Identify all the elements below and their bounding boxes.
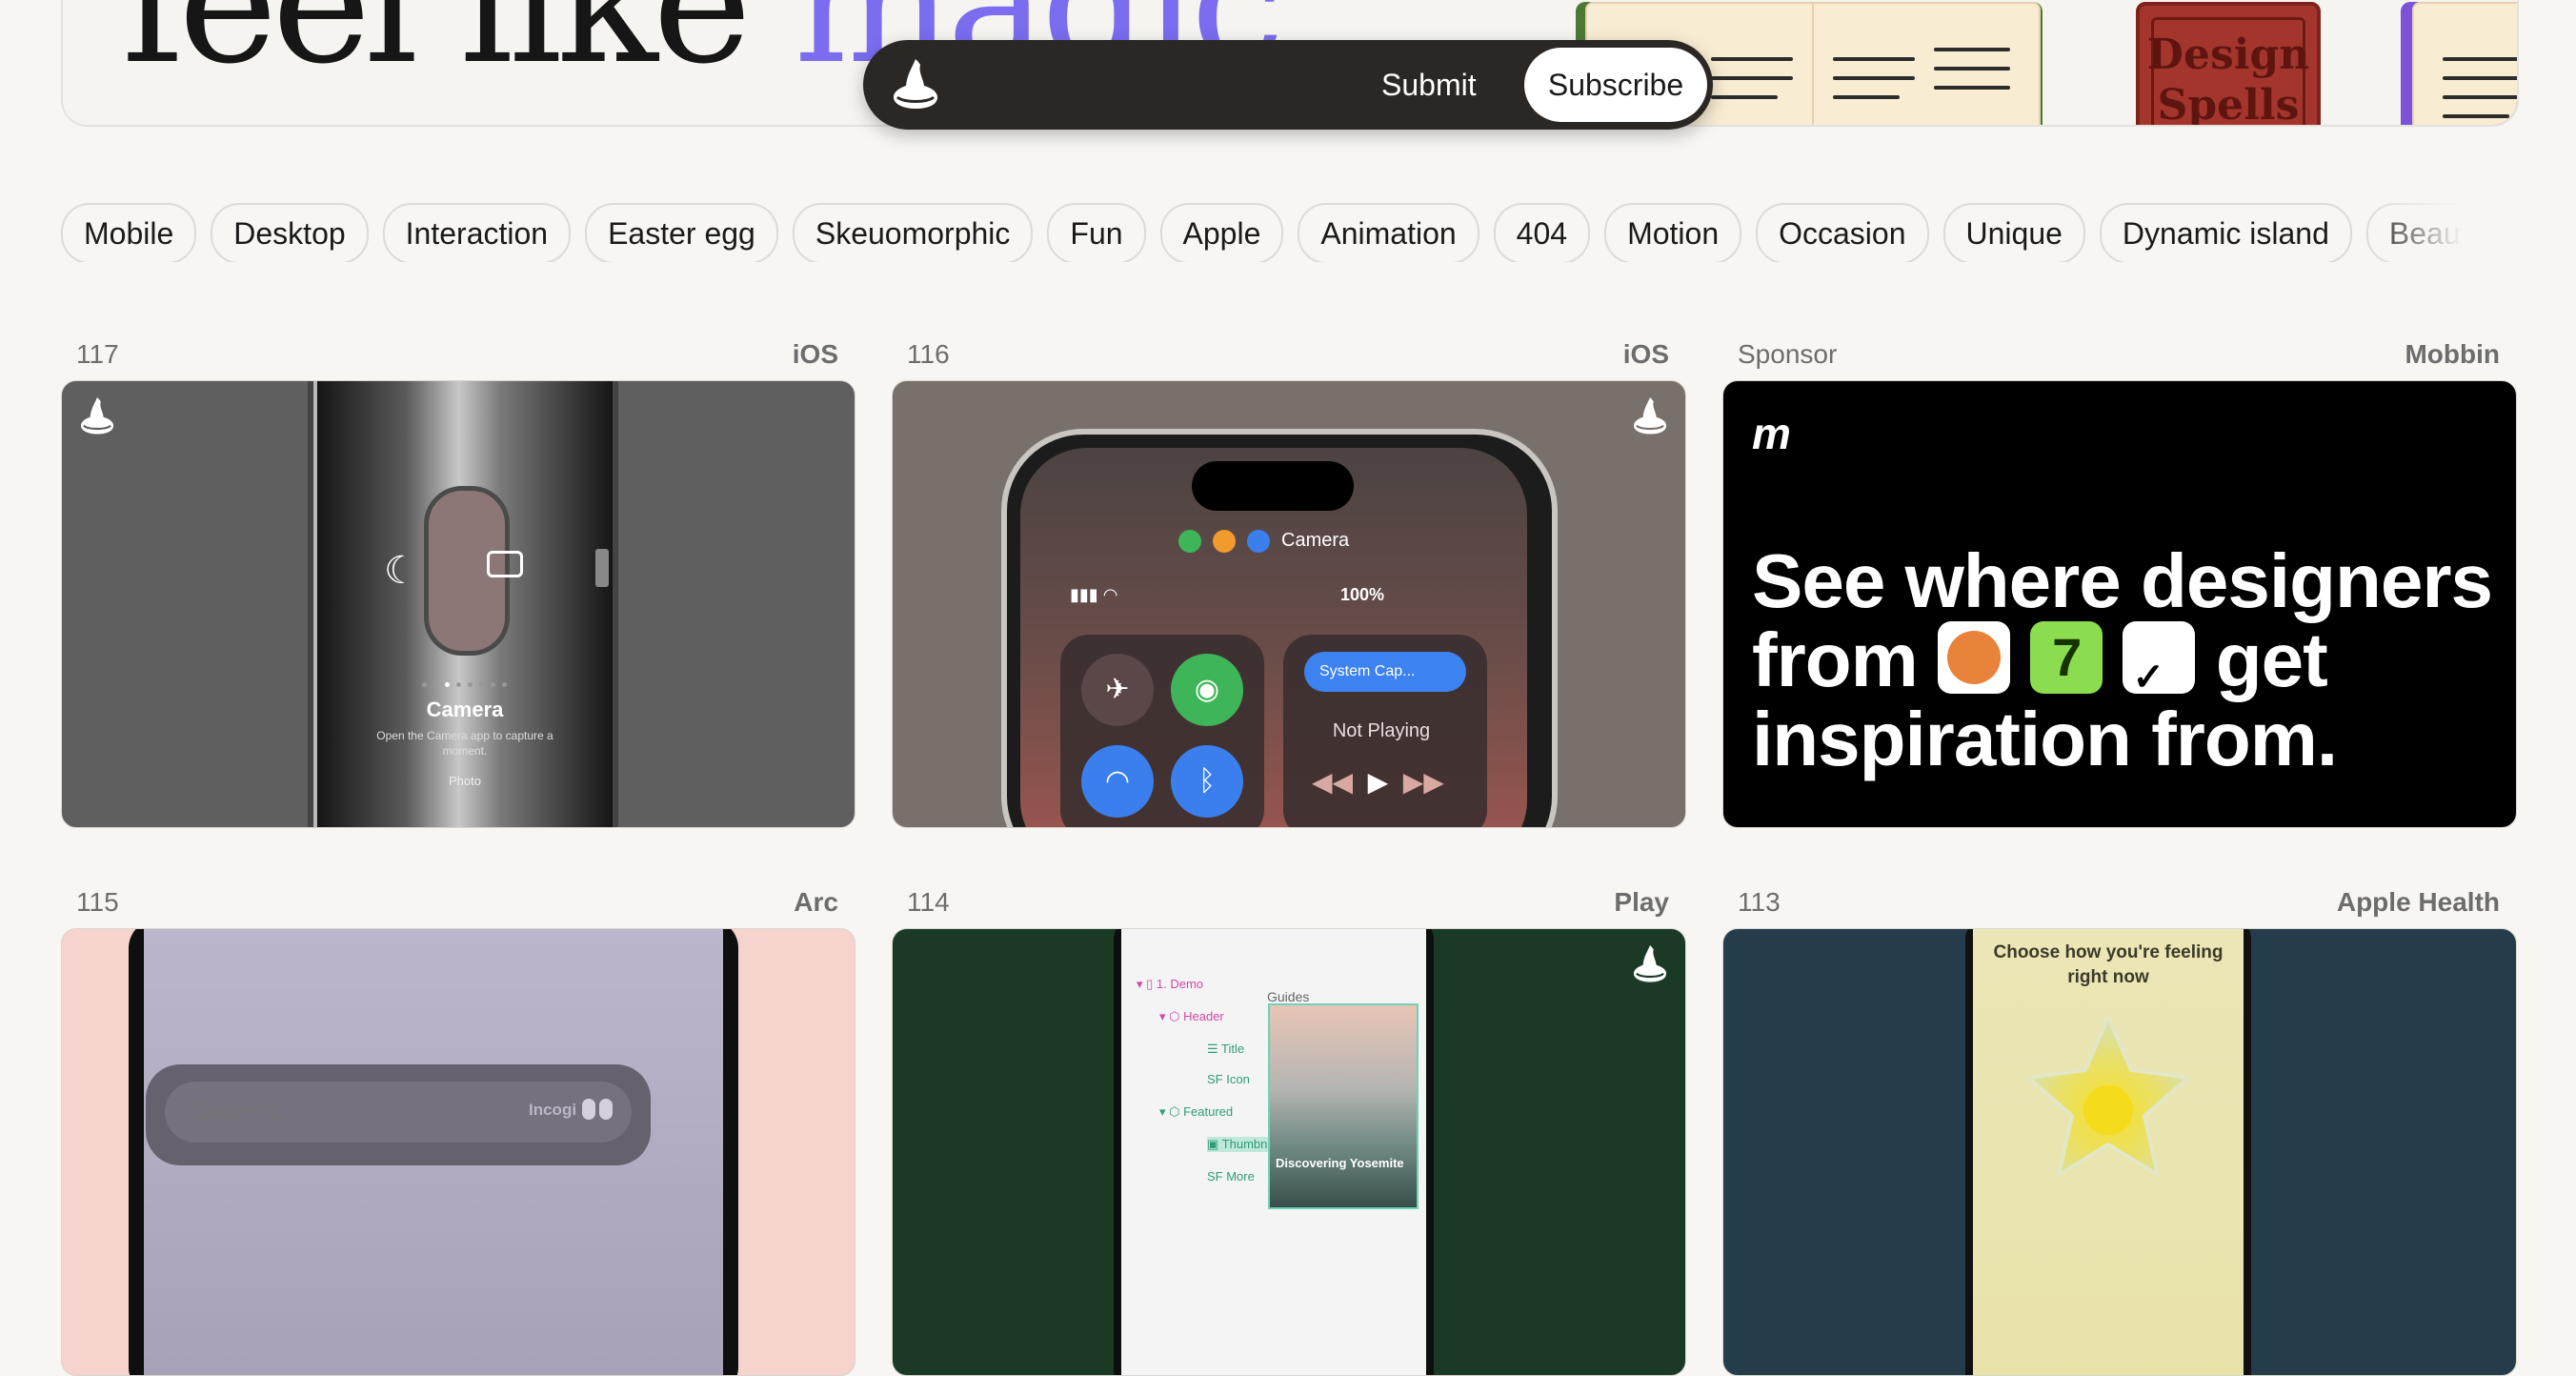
headline-line-2-end: get xyxy=(2215,617,2328,702)
purple-book-illustration xyxy=(2401,2,2517,125)
card-meta-sponsor: Sponsor Mobbin xyxy=(1722,339,2515,377)
card-114[interactable]: ▾ ▯ 1. Demo ▾ ⬡ Header ☰ Title SF Icon ▾… xyxy=(892,928,1686,1376)
headline-line-3: inspiration from. xyxy=(1752,697,2338,781)
thumbnail-preview xyxy=(1268,1003,1419,1209)
card-113[interactable]: Choose how you're feeling right now xyxy=(1722,928,2517,1376)
tag-chip[interactable]: Desktop xyxy=(211,203,369,262)
card-number: 113 xyxy=(1738,887,1781,917)
card-number: Sponsor xyxy=(1738,339,1838,369)
airplane-icon: ✈ xyxy=(1081,654,1154,726)
tag-chip[interactable]: 404 xyxy=(1493,203,1591,262)
playback-controls: ◀◀ ▶ ▶▶ xyxy=(1312,767,1444,797)
wifi-icon: ◠ xyxy=(1081,745,1154,818)
tag-chip[interactable]: Motion xyxy=(1604,203,1742,262)
screen-mode: Photo xyxy=(449,774,481,788)
dynamic-island xyxy=(1192,461,1354,511)
tag-chip[interactable]: Easter egg xyxy=(585,203,778,262)
card-117[interactable]: ☾ Camera Open the Camera app to capture … xyxy=(61,380,855,828)
tree-item: ▾ ▯ 1. Demo xyxy=(1137,977,1204,991)
tag-filter-bar: Mobile Desktop Interaction Easter egg Skeuom… xyxy=(61,203,2500,262)
tree-item: ▾ ⬡ Featured xyxy=(1159,1104,1234,1119)
card-number: 117 xyxy=(76,339,119,369)
tag-chip[interactable]: Fun xyxy=(1047,203,1146,262)
privacy-indicator-label: Camera xyxy=(1281,530,1350,551)
flashlight-icon xyxy=(595,549,609,587)
card-category[interactable]: Play xyxy=(1614,887,1669,918)
card-category[interactable]: iOS xyxy=(1623,339,1669,370)
battery-level: 100% xyxy=(1340,585,1385,604)
mood-prompt: Choose how you're feeling right now xyxy=(1993,942,2224,987)
headline-line-1: See where designers xyxy=(1752,538,2493,623)
camera-icon xyxy=(487,551,523,577)
tag-chip[interactable]: Apple xyxy=(1159,203,1284,262)
subscribe-button[interactable]: Subscribe xyxy=(1524,48,1707,122)
screen-title: Camera xyxy=(426,698,504,721)
card-number: 115 xyxy=(76,887,119,917)
sponsor-card[interactable]: m See where designers from 7 ✓ get inspi… xyxy=(1722,380,2517,828)
tag-chip[interactable]: Mobile xyxy=(61,203,197,262)
tree-item: SF Icon xyxy=(1207,1072,1250,1086)
guides-label: Guides xyxy=(1267,989,1310,1004)
app-icon-orange xyxy=(1938,621,2011,694)
card-category[interactable]: Apple Health xyxy=(2337,887,2500,918)
tree-item: ☰ Title xyxy=(1207,1042,1245,1056)
incognito-label: Incogi xyxy=(529,1101,577,1119)
wizard-hat-icon xyxy=(80,396,114,435)
card-number: 116 xyxy=(907,339,950,369)
screen-subtitle: Open the Camera app to capture a moment. xyxy=(376,729,553,758)
wizard-hat-icon xyxy=(1633,944,1667,982)
card-115[interactable]: Incogi xyxy=(61,928,855,1376)
app-icon-wise: 7 xyxy=(2030,621,2103,694)
design-spells-book: Design Spells xyxy=(2136,2,2321,127)
card-category[interactable]: iOS xyxy=(793,339,838,370)
tag-chip[interactable]: Skeuomorphic xyxy=(792,203,1034,262)
sponsor-headline: See where designers from 7 ✓ get inspira… xyxy=(1752,538,2493,781)
headline-line-2-start: from xyxy=(1752,617,1919,702)
now-playing-status: Not Playing xyxy=(1332,720,1431,741)
tree-item: ▾ ⬡ Header xyxy=(1159,1009,1224,1023)
wizard-hat-icon xyxy=(1633,396,1667,435)
tags-fade-overlay xyxy=(2363,195,2506,272)
card-category[interactable]: Mobbin xyxy=(2405,339,2500,370)
tree-item: SF More xyxy=(1207,1169,1255,1184)
cellular-icon: ◉ xyxy=(1171,654,1243,726)
thumbnail-title: Discovering Yosemite xyxy=(1276,1156,1404,1170)
tag-chip[interactable]: Animation xyxy=(1298,203,1479,262)
signal-icon: ▮▮▮ ◠ xyxy=(1070,585,1118,604)
page-dots xyxy=(422,675,517,687)
card-116[interactable]: Camera ▮▮▮ ◠ 100% ✈ ◉ ◠ ᛒ System Cap... … xyxy=(892,380,1686,828)
tag-chip[interactable]: Interaction xyxy=(382,203,572,262)
card-meta-116: 116 iOS xyxy=(892,339,1684,377)
moon-icon: ☾ xyxy=(384,550,418,592)
mood-star-shape xyxy=(2026,1015,2190,1177)
app-icon-nike: ✓ xyxy=(2123,621,2196,698)
card-meta-114: 114 Play xyxy=(892,887,1684,925)
card-meta-115: 115 Arc xyxy=(61,887,854,925)
mobbin-logo: m xyxy=(1752,409,1791,458)
card-meta-113: 113 Apple Health xyxy=(1722,887,2515,925)
submit-button[interactable]: Submit xyxy=(1372,59,1486,111)
card-number: 114 xyxy=(907,887,950,917)
system-capture-button: System Cap... xyxy=(1304,652,1466,692)
card-meta-117: 117 iOS xyxy=(61,339,854,377)
card-category[interactable]: Arc xyxy=(794,887,838,918)
tag-chip[interactable]: Dynamic island xyxy=(2099,203,2352,262)
wizard-hat-icon[interactable] xyxy=(886,55,945,114)
book-title: Design Spells xyxy=(2146,30,2310,127)
hero-title-text: feel like xyxy=(122,0,795,101)
tag-chip[interactable]: Occasion xyxy=(1756,203,1929,262)
bluetooth-icon: ᛒ xyxy=(1171,745,1243,818)
tag-chip[interactable]: Unique xyxy=(1942,203,2085,262)
